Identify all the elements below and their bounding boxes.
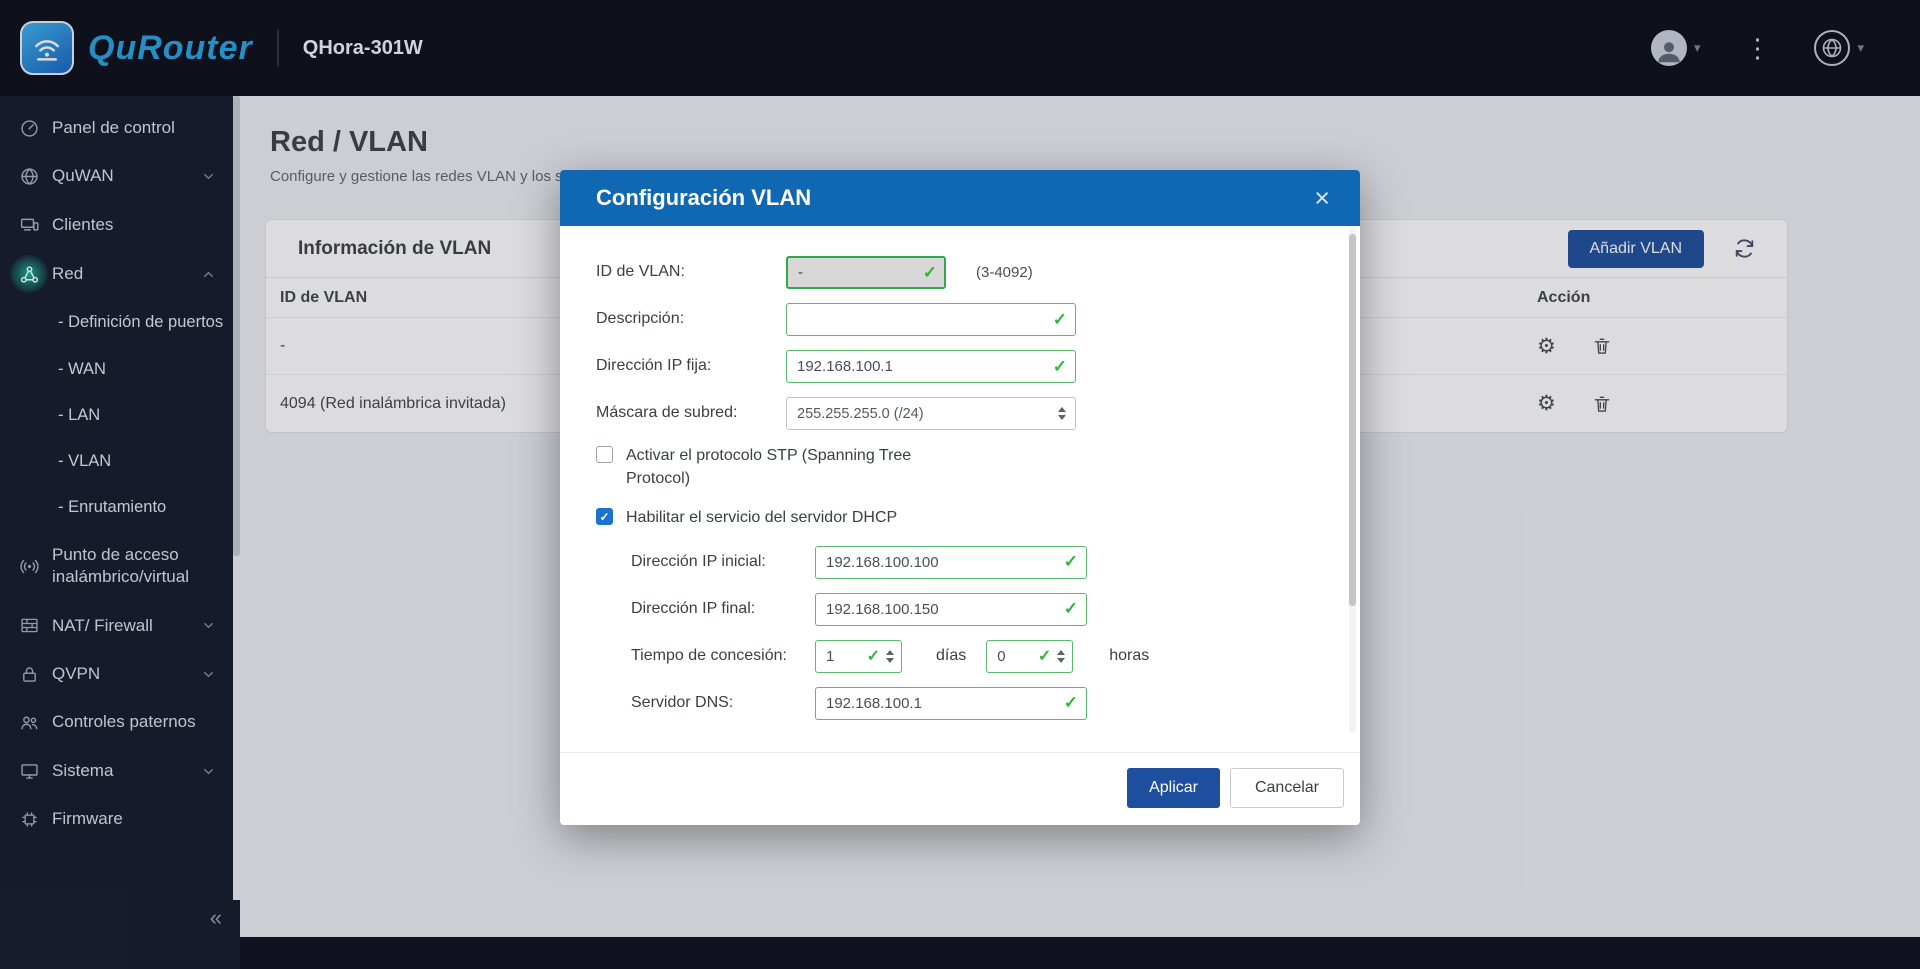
subnet-mask-select[interactable]: 255.255.255.0 (/24) bbox=[786, 397, 1076, 430]
lease-hours-unit: horas bbox=[1109, 647, 1150, 665]
subnet-mask-row: Máscara de subred: 255.255.255.0 (/24) bbox=[596, 397, 1316, 430]
lease-time-row: Tiempo de concesión: 1 ✓ días 0 ✓ horas bbox=[631, 639, 1316, 673]
modal-scrollbar[interactable] bbox=[1349, 228, 1356, 733]
cancel-button[interactable]: Cancelar bbox=[1229, 767, 1344, 808]
fixed-ip-row: Dirección IP fija: ✓ bbox=[596, 350, 1316, 383]
valid-check-icon: ✓ bbox=[1037, 648, 1052, 666]
description-row: Descripción: ✓ bbox=[596, 303, 1316, 336]
select-stepper-icon bbox=[1058, 407, 1066, 420]
stp-label[interactable]: Activar el protocolo STP (Spanning Tree … bbox=[626, 444, 956, 490]
lease-days-select[interactable]: 1 ✓ bbox=[815, 639, 902, 673]
dns-input[interactable] bbox=[815, 686, 1087, 720]
fixed-ip-input[interactable] bbox=[786, 350, 1076, 383]
stp-checkbox[interactable] bbox=[596, 446, 613, 463]
lease-hours-select[interactable]: 0 ✓ bbox=[986, 639, 1074, 673]
modal-footer: Aplicar Cancelar bbox=[560, 751, 1360, 825]
dhcp-settings: Dirección IP inicial: ✓ Dirección IP fin… bbox=[631, 545, 1316, 720]
subnet-mask-label: Máscara de subred: bbox=[596, 404, 738, 422]
dhcp-start-row: Dirección IP inicial: ✓ bbox=[631, 545, 1316, 579]
description-input[interactable] bbox=[786, 303, 1076, 336]
dns-row: Servidor DNS: ✓ bbox=[631, 686, 1316, 720]
dhcp-end-row: Dirección IP final: ✓ bbox=[631, 592, 1316, 626]
lease-days-unit: días bbox=[936, 647, 967, 665]
dhcp-end-label: Dirección IP final: bbox=[631, 599, 756, 617]
vlan-config-modal: Configuración VLAN × ID de VLAN: ✓ (3-40… bbox=[560, 170, 1360, 825]
description-label: Descripción: bbox=[596, 310, 685, 328]
modal-scrollbar-thumb[interactable] bbox=[1349, 234, 1356, 606]
dhcp-start-input[interactable] bbox=[815, 545, 1087, 579]
dhcp-end-input[interactable] bbox=[815, 592, 1087, 626]
close-icon[interactable]: × bbox=[1314, 184, 1330, 212]
vlan-id-label: ID de VLAN: bbox=[596, 263, 685, 281]
modal-title: Configuración VLAN bbox=[596, 185, 812, 210]
dhcp-label[interactable]: Habilitar el servicio del servidor DHCP bbox=[626, 506, 897, 529]
vlan-id-row: ID de VLAN: ✓ (3-4092) bbox=[596, 256, 1316, 289]
dhcp-row: ✓ Habilitar el servicio del servidor DHC… bbox=[596, 506, 1316, 529]
select-stepper-icon bbox=[1057, 649, 1066, 663]
dhcp-start-label: Dirección IP inicial: bbox=[631, 552, 766, 570]
lease-days-value: 1 bbox=[826, 647, 835, 665]
modal-body: ID de VLAN: ✓ (3-4092) Descripción: ✓ Di… bbox=[560, 226, 1360, 740]
dns-label: Servidor DNS: bbox=[631, 693, 734, 711]
lease-time-label: Tiempo de concesión: bbox=[631, 646, 787, 664]
vlan-id-input[interactable] bbox=[786, 256, 946, 289]
fixed-ip-label: Dirección IP fija: bbox=[596, 357, 712, 375]
modal-header: Configuración VLAN × bbox=[560, 170, 1360, 226]
lease-hours-value: 0 bbox=[997, 647, 1006, 665]
subnet-mask-value: 255.255.255.0 (/24) bbox=[797, 405, 924, 422]
apply-button[interactable]: Aplicar bbox=[1127, 767, 1220, 808]
dhcp-checkbox[interactable]: ✓ bbox=[596, 508, 613, 526]
vlan-id-range-hint: (3-4092) bbox=[976, 264, 1033, 281]
valid-check-icon: ✓ bbox=[866, 648, 880, 666]
select-stepper-icon bbox=[886, 649, 894, 663]
stp-row: Activar el protocolo STP (Spanning Tree … bbox=[596, 444, 1316, 490]
